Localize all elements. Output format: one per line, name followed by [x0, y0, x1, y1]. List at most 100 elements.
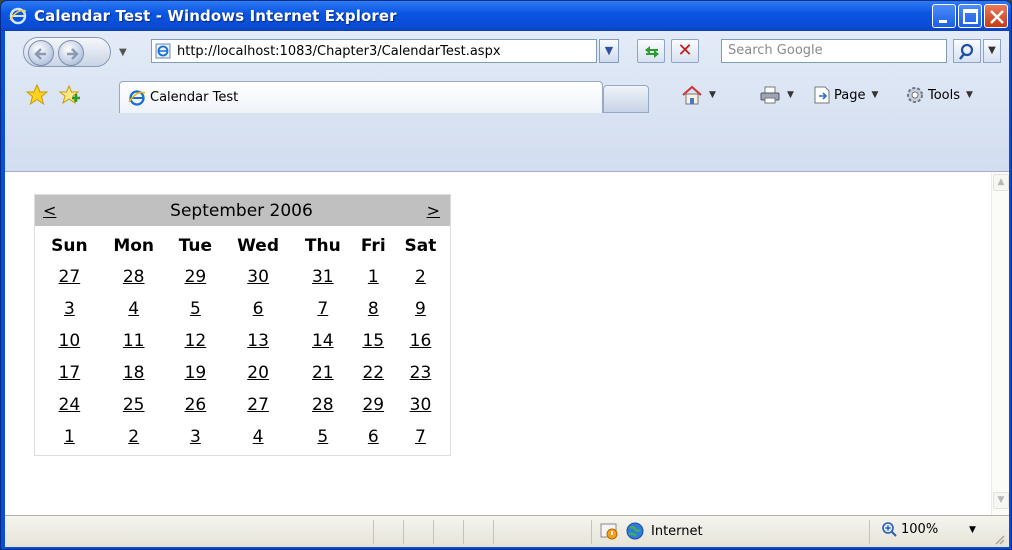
forward-button[interactable] [58, 40, 84, 66]
next-month-link[interactable]: > [427, 201, 440, 220]
day-link[interactable]: 7 [317, 299, 328, 319]
tab-label: Calendar Test [150, 90, 239, 105]
security-zone[interactable]: Internet [599, 521, 703, 541]
day-link[interactable]: 17 [59, 363, 81, 383]
day-link[interactable]: 5 [190, 299, 201, 319]
day-link[interactable]: 14 [312, 331, 334, 351]
back-button[interactable] [28, 40, 54, 66]
day-link[interactable]: 16 [410, 331, 432, 351]
search-button[interactable] [953, 39, 981, 63]
day-link[interactable]: 27 [59, 267, 81, 287]
day-link[interactable]: 18 [123, 363, 145, 383]
home-icon [682, 85, 702, 105]
day-link[interactable]: 20 [247, 363, 269, 383]
minimize-icon [939, 20, 947, 23]
search-icon [959, 43, 974, 60]
day-link[interactable]: 8 [368, 299, 379, 319]
ie-page-icon [128, 89, 146, 106]
resize-grip-icon[interactable] [993, 533, 1005, 545]
day-link[interactable]: 6 [253, 299, 264, 319]
status-divider [493, 520, 494, 544]
browser-window: Calendar Test - Windows Internet Explore… [0, 0, 1012, 550]
day-link[interactable]: 6 [368, 427, 379, 447]
day-link[interactable]: 27 [247, 395, 269, 415]
protected-mode-icon [600, 523, 618, 540]
weekday-fri: Fri [360, 236, 386, 256]
close-button[interactable] [984, 4, 1008, 28]
day-link[interactable]: 30 [410, 395, 432, 415]
weekday-sat: Sat [404, 236, 437, 256]
day-link[interactable]: 10 [59, 331, 81, 351]
home-dropdown-icon[interactable]: ▼ [709, 90, 716, 100]
zone-label: Internet [651, 523, 703, 539]
close-icon [990, 10, 1004, 24]
status-divider [403, 520, 404, 544]
page-menu[interactable]: Page ▼ [813, 85, 878, 105]
day-link[interactable]: 1 [64, 427, 75, 447]
day-link[interactable]: 29 [185, 267, 207, 287]
day-link[interactable]: 3 [190, 427, 201, 447]
scroll-down-icon[interactable]: ▼ [993, 492, 1009, 509]
day-link[interactable]: 5 [317, 427, 328, 447]
day-link[interactable]: 25 [123, 395, 145, 415]
search-input[interactable]: Search Google [721, 39, 947, 63]
tab-calendar-test[interactable]: Calendar Test [119, 81, 603, 113]
address-dropdown[interactable]: ▼ [599, 39, 619, 63]
day-link[interactable]: 11 [123, 331, 145, 351]
address-bar[interactable]: http://localhost:1083/Chapter3/CalendarT… [151, 39, 597, 63]
stop-button[interactable]: ✕ [671, 39, 699, 63]
day-link[interactable]: 4 [128, 299, 139, 319]
day-link[interactable]: 23 [410, 363, 432, 383]
day-link[interactable]: 15 [362, 331, 384, 351]
day-link[interactable]: 24 [59, 395, 81, 415]
status-divider [433, 520, 434, 544]
day-link[interactable]: 13 [247, 331, 269, 351]
refresh-button[interactable] [637, 39, 665, 63]
day-link[interactable]: 12 [185, 331, 207, 351]
day-link[interactable]: 31 [312, 267, 334, 287]
search-options-dropdown[interactable]: ▼ [983, 39, 1001, 63]
week-row: 24 25 26 27 28 29 30 [39, 389, 447, 421]
day-link[interactable]: 3 [64, 299, 75, 319]
day-link[interactable]: 26 [185, 395, 207, 415]
day-link[interactable]: 22 [362, 363, 384, 383]
calendar-title: September 2006 [170, 200, 313, 221]
print-dropdown-icon[interactable]: ▼ [787, 90, 794, 100]
day-link[interactable]: 28 [123, 267, 145, 287]
vertical-scrollbar[interactable]: ▲ ▼ [991, 172, 1009, 515]
scroll-up-icon[interactable]: ▲ [993, 174, 1009, 191]
title-bar[interactable]: Calendar Test - Windows Internet Explore… [1, 1, 1011, 31]
tools-menu[interactable]: Tools ▼ [905, 85, 973, 105]
day-link[interactable]: 30 [247, 267, 269, 287]
maximize-icon [963, 9, 978, 24]
day-link[interactable]: 2 [415, 267, 426, 287]
day-link[interactable]: 19 [185, 363, 207, 383]
home-button[interactable]: ▼ [681, 85, 716, 105]
favorites-star-icon[interactable] [25, 83, 49, 107]
print-button[interactable]: ▼ [759, 85, 794, 105]
maximize-button[interactable] [958, 4, 982, 28]
print-icon [760, 86, 780, 104]
new-tab-button[interactable] [603, 85, 649, 113]
forward-arrow-icon [67, 48, 79, 60]
week-row: 3 4 5 6 7 8 9 [39, 293, 447, 325]
day-link[interactable]: 28 [312, 395, 334, 415]
day-link[interactable]: 9 [415, 299, 426, 319]
day-link[interactable]: 7 [415, 427, 426, 447]
day-link[interactable]: 21 [312, 363, 334, 383]
page-menu-label: Page [834, 87, 866, 103]
week-row: 17 18 19 20 21 22 23 [39, 357, 447, 389]
day-link[interactable]: 29 [362, 395, 384, 415]
previous-month-link[interactable]: < [43, 201, 56, 220]
recent-pages-dropdown[interactable]: ▼ [119, 47, 127, 58]
url-text: http://localhost:1083/Chapter3/CalendarT… [177, 43, 501, 59]
zoom-dropdown-icon[interactable]: ▼ [969, 525, 976, 535]
add-favorite-icon[interactable] [57, 83, 81, 107]
status-divider [373, 520, 374, 544]
day-link[interactable]: 4 [253, 427, 264, 447]
day-link[interactable]: 2 [128, 427, 139, 447]
page-menu-icon [814, 86, 830, 104]
minimize-button[interactable] [932, 4, 956, 28]
zoom-control[interactable]: 100% [881, 521, 938, 537]
day-link[interactable]: 1 [368, 267, 379, 287]
